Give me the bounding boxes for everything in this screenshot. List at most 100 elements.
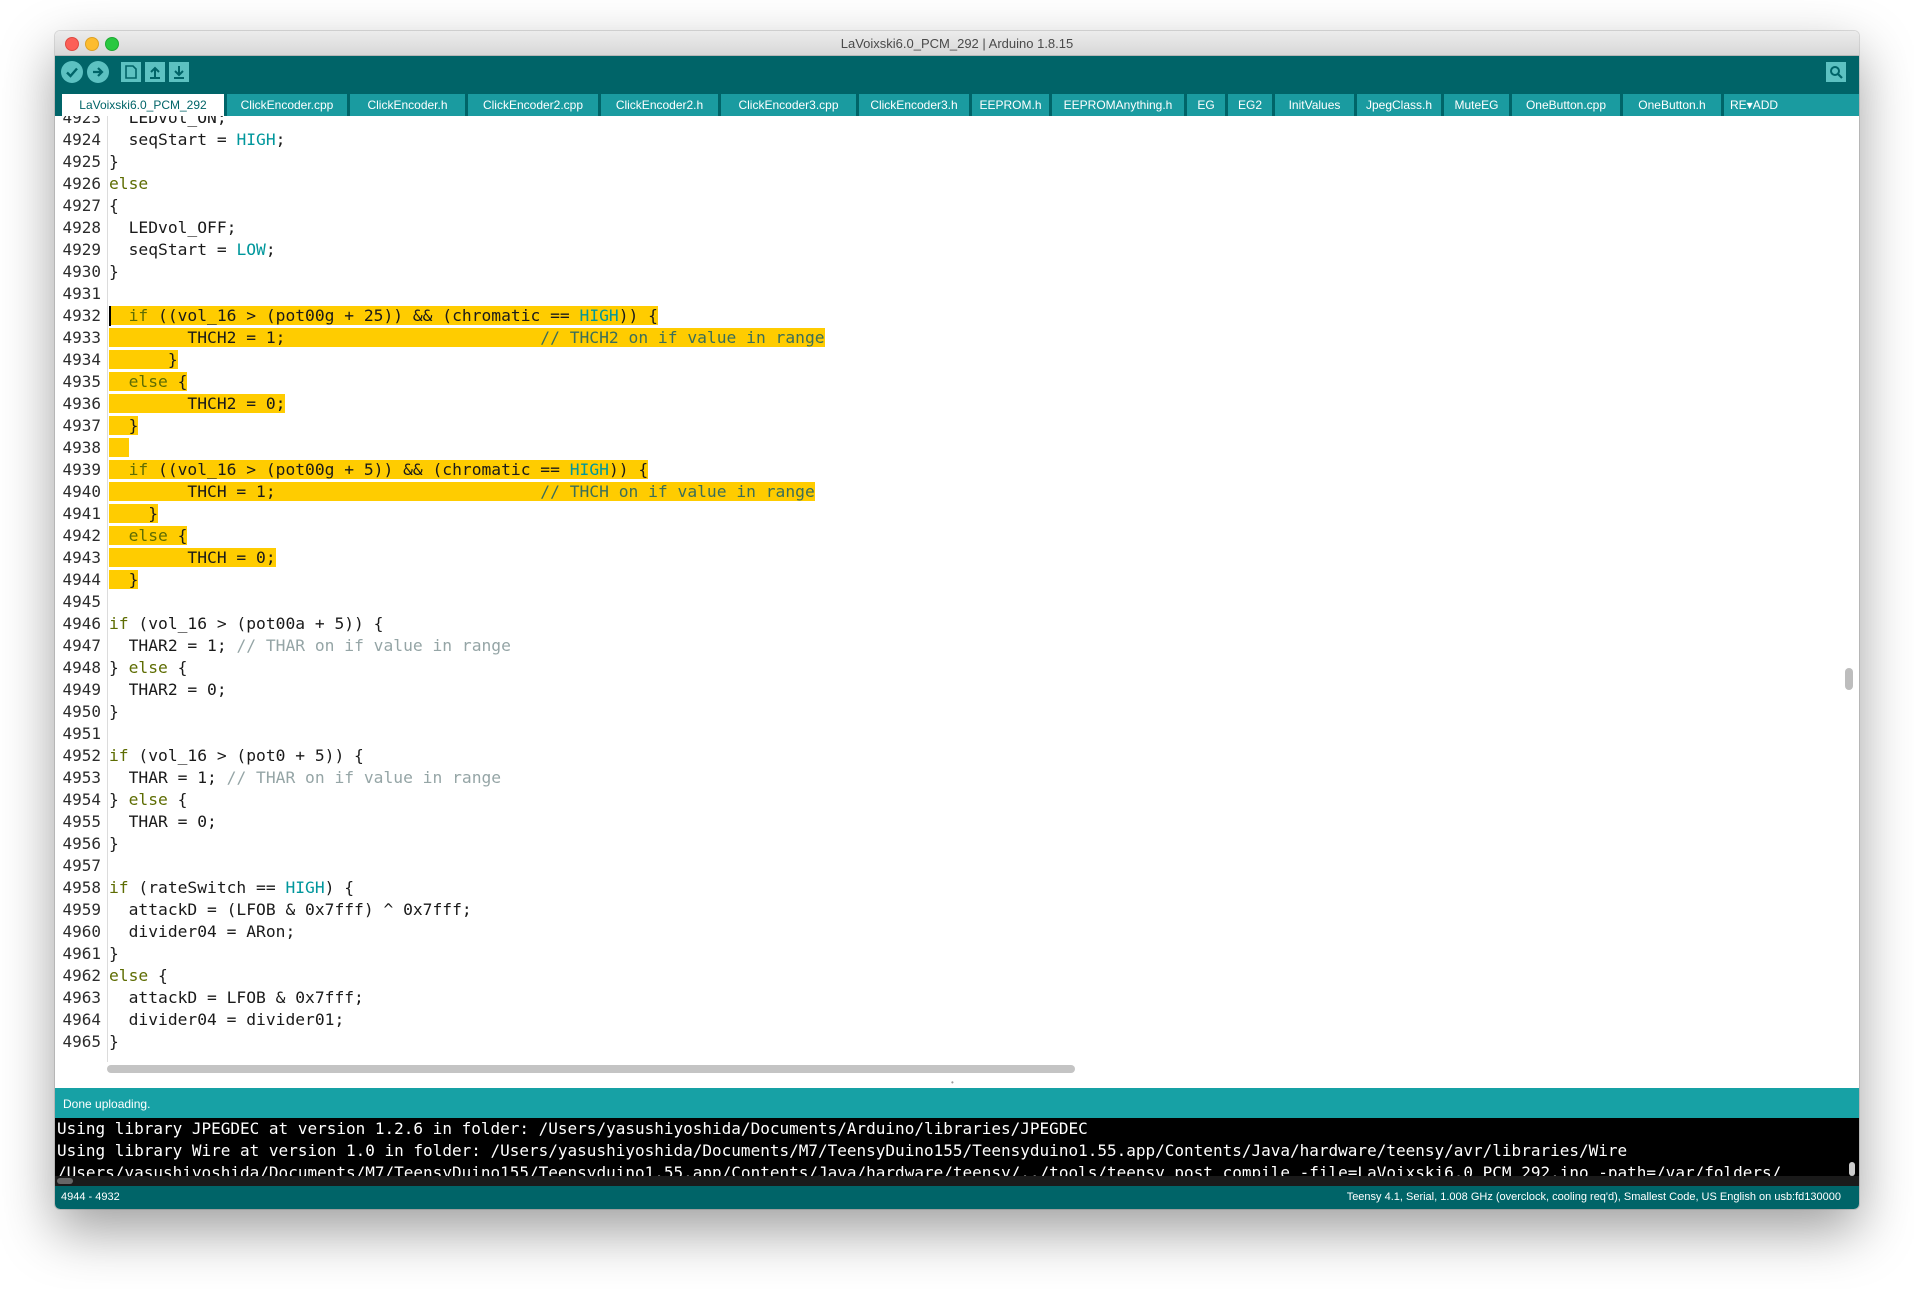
line-number: 4949	[62, 680, 101, 699]
save-sketch-button[interactable]	[169, 62, 189, 82]
tab-eeprom-h[interactable]: EEPROM.h	[972, 94, 1049, 116]
code-line-selected[interactable]: else {	[109, 371, 188, 393]
code-line[interactable]: }	[109, 1031, 119, 1053]
tab-clickencoder-cpp[interactable]: ClickEncoder.cpp	[227, 94, 347, 116]
code-line[interactable]: if (rateSwitch == HIGH) {	[109, 877, 354, 899]
selection-range: 4944 - 4932	[61, 1191, 120, 1203]
code-line-selected[interactable]: }	[109, 503, 159, 525]
code-area[interactable]: LEDvol_ON; seqStart = HIGH;} else { LEDvol…	[109, 116, 1841, 1062]
code-line-selected[interactable]: }	[109, 349, 178, 371]
tab-onebutton-h[interactable]: OneButton.h	[1623, 94, 1721, 116]
console-horizontal-scroll-thumb[interactable]	[57, 1178, 73, 1184]
code-text: LEDvol_OFF;	[109, 218, 237, 237]
code-line[interactable]: attackD = (LFOB & 0x7fff) ^ 0x7fff;	[109, 899, 472, 921]
text-caret	[109, 306, 111, 326]
code-text: if ((vol_16 > (pot00g + 5)) && (chromati…	[109, 460, 649, 479]
code-line-selected[interactable]	[109, 437, 129, 459]
code-line[interactable]: THAR = 0;	[109, 811, 217, 833]
arrow-down-icon	[174, 66, 184, 79]
open-sketch-button[interactable]	[145, 62, 165, 82]
code-line[interactable]: LEDvol_ON;	[109, 116, 227, 129]
line-number: 4942	[62, 526, 101, 545]
console-horizontal-scrollbar[interactable]	[55, 1176, 1859, 1186]
code-line[interactable]: else	[109, 173, 148, 195]
code-line-selected[interactable]: THCH = 0;	[109, 547, 276, 569]
tab-clickencoder3-cpp[interactable]: ClickEncoder3.cpp	[721, 94, 856, 116]
code-line[interactable]: seqStart = HIGH;	[109, 129, 286, 151]
upload-button[interactable]	[87, 61, 109, 83]
code-line[interactable]: }	[109, 943, 119, 965]
tab-label: OneButton.h	[1638, 98, 1706, 112]
code-line-selected[interactable]: }	[109, 415, 139, 437]
tab-lavoixski[interactable]: LaVoixski6.0_PCM_292	[62, 94, 224, 116]
code-text: THCH = 1; // THCH on if value in range	[109, 482, 815, 501]
code-text: } else {	[109, 790, 188, 809]
editor-vertical-scrollbar[interactable]	[1843, 116, 1857, 1062]
code-text: if (rateSwitch == HIGH) {	[109, 878, 355, 897]
line-number: 4934	[62, 350, 101, 369]
code-line-selected[interactable]: THCH2 = 1; // THCH2 on if value in range	[109, 327, 825, 349]
tab-onebutton-cpp[interactable]: OneButton.cpp	[1512, 94, 1620, 116]
editor-horizontal-scrollbar[interactable]	[107, 1062, 1841, 1076]
tab-overflow-menu[interactable]: RE▾ADD	[1724, 94, 1859, 116]
tab-clickencoder2-h[interactable]: ClickEncoder2.h	[601, 94, 718, 116]
verify-button[interactable]	[61, 61, 83, 83]
code-line[interactable]: divider04 = divider01;	[109, 1009, 345, 1031]
code-editor[interactable]: 4923 4924 4925 4926 4927 4928 4929 4930 4931 4932…	[55, 116, 1859, 1088]
status-bar: Done uploading.	[55, 1088, 1859, 1118]
code-line[interactable]: attackD = LFOB & 0x7fff;	[109, 987, 364, 1009]
line-number: 4932	[62, 306, 101, 325]
code-line-selected[interactable]: THCH = 1; // THCH on if value in range	[109, 481, 815, 503]
code-line[interactable]: } else {	[109, 657, 187, 679]
code-line[interactable]: divider04 = ARon;	[109, 921, 296, 943]
code-line[interactable]: seqStart = LOW;	[109, 239, 276, 261]
tab-muteeg[interactable]: MuteEG	[1444, 94, 1509, 116]
code-line[interactable]: {	[109, 195, 119, 217]
tab-initvalues[interactable]: InitValues	[1275, 94, 1354, 116]
code-line[interactable]: }	[109, 833, 119, 855]
code-line[interactable]: }	[109, 151, 119, 173]
console-vertical-scroll-thumb[interactable]	[1849, 1162, 1855, 1176]
code-line-selected[interactable]: }	[109, 569, 139, 591]
editor-horizontal-scroll-thumb[interactable]	[107, 1065, 1075, 1073]
code-line[interactable]: if (vol_16 > (pot0 + 5)) {	[109, 745, 364, 767]
code-line[interactable]: if (vol_16 > (pot00a + 5)) {	[109, 613, 383, 635]
code-line[interactable]: LEDvol_OFF;	[109, 217, 237, 239]
tab-label: OneButton.cpp	[1525, 98, 1607, 112]
tab-clickencoder2-cpp[interactable]: ClickEncoder2.cpp	[468, 94, 598, 116]
serial-monitor-button[interactable]	[1826, 62, 1846, 82]
code-line[interactable]: }	[109, 261, 119, 283]
console-output[interactable]: Using library JPEGDEC at version 1.2.6 i…	[55, 1118, 1859, 1186]
line-number: 4946	[62, 614, 101, 633]
splitter-grip[interactable]: •	[951, 1078, 961, 1087]
code-line-selected[interactable]: THCH2 = 0;	[109, 393, 286, 415]
code-text: THCH = 0;	[109, 548, 276, 567]
tab-clickencoder-h[interactable]: ClickEncoder.h	[350, 94, 465, 116]
tab-label: JpegClass.h	[1365, 98, 1433, 112]
tab-jpegclass-h[interactable]: JpegClass.h	[1357, 94, 1441, 116]
new-sketch-button[interactable]	[121, 62, 141, 82]
tab-eg2[interactable]: EG2	[1228, 94, 1272, 116]
line-number: 4957	[62, 856, 101, 875]
status-message: Done uploading.	[63, 1097, 151, 1111]
code-line-selected[interactable]: if ((vol_16 > (pot00g + 25)) && (chromat…	[109, 305, 658, 327]
code-line[interactable]: }	[109, 701, 119, 723]
line-number: 4961	[62, 944, 101, 963]
code-line-selected[interactable]: else {	[109, 525, 188, 547]
code-line[interactable]: THAR = 1; // THAR on if value in range	[109, 767, 502, 789]
new-file-icon	[125, 65, 137, 79]
tab-eg[interactable]: EG	[1187, 94, 1225, 116]
tab-label: EG	[1197, 98, 1215, 112]
code-line[interactable]: THAR2 = 0;	[109, 679, 227, 701]
code-line[interactable]: THAR2 = 1; // THAR on if value in range	[109, 635, 511, 657]
code-line[interactable]: else {	[109, 965, 168, 987]
code-line-selected[interactable]: if ((vol_16 > (pot00g + 5)) && (chromati…	[109, 459, 649, 481]
code-text: attackD = LFOB & 0x7fff;	[109, 988, 364, 1007]
code-text: seqStart = LOW;	[109, 240, 276, 259]
tab-clickencoder3-h[interactable]: ClickEncoder3.h	[859, 94, 969, 116]
code-text: THAR = 0;	[109, 812, 217, 831]
code-line[interactable]: } else {	[109, 789, 187, 811]
line-number: 4925	[62, 152, 101, 171]
tab-eepromanything-h[interactable]: EEPROMAnything.h	[1052, 94, 1184, 116]
editor-vertical-scroll-thumb[interactable]	[1845, 668, 1853, 690]
